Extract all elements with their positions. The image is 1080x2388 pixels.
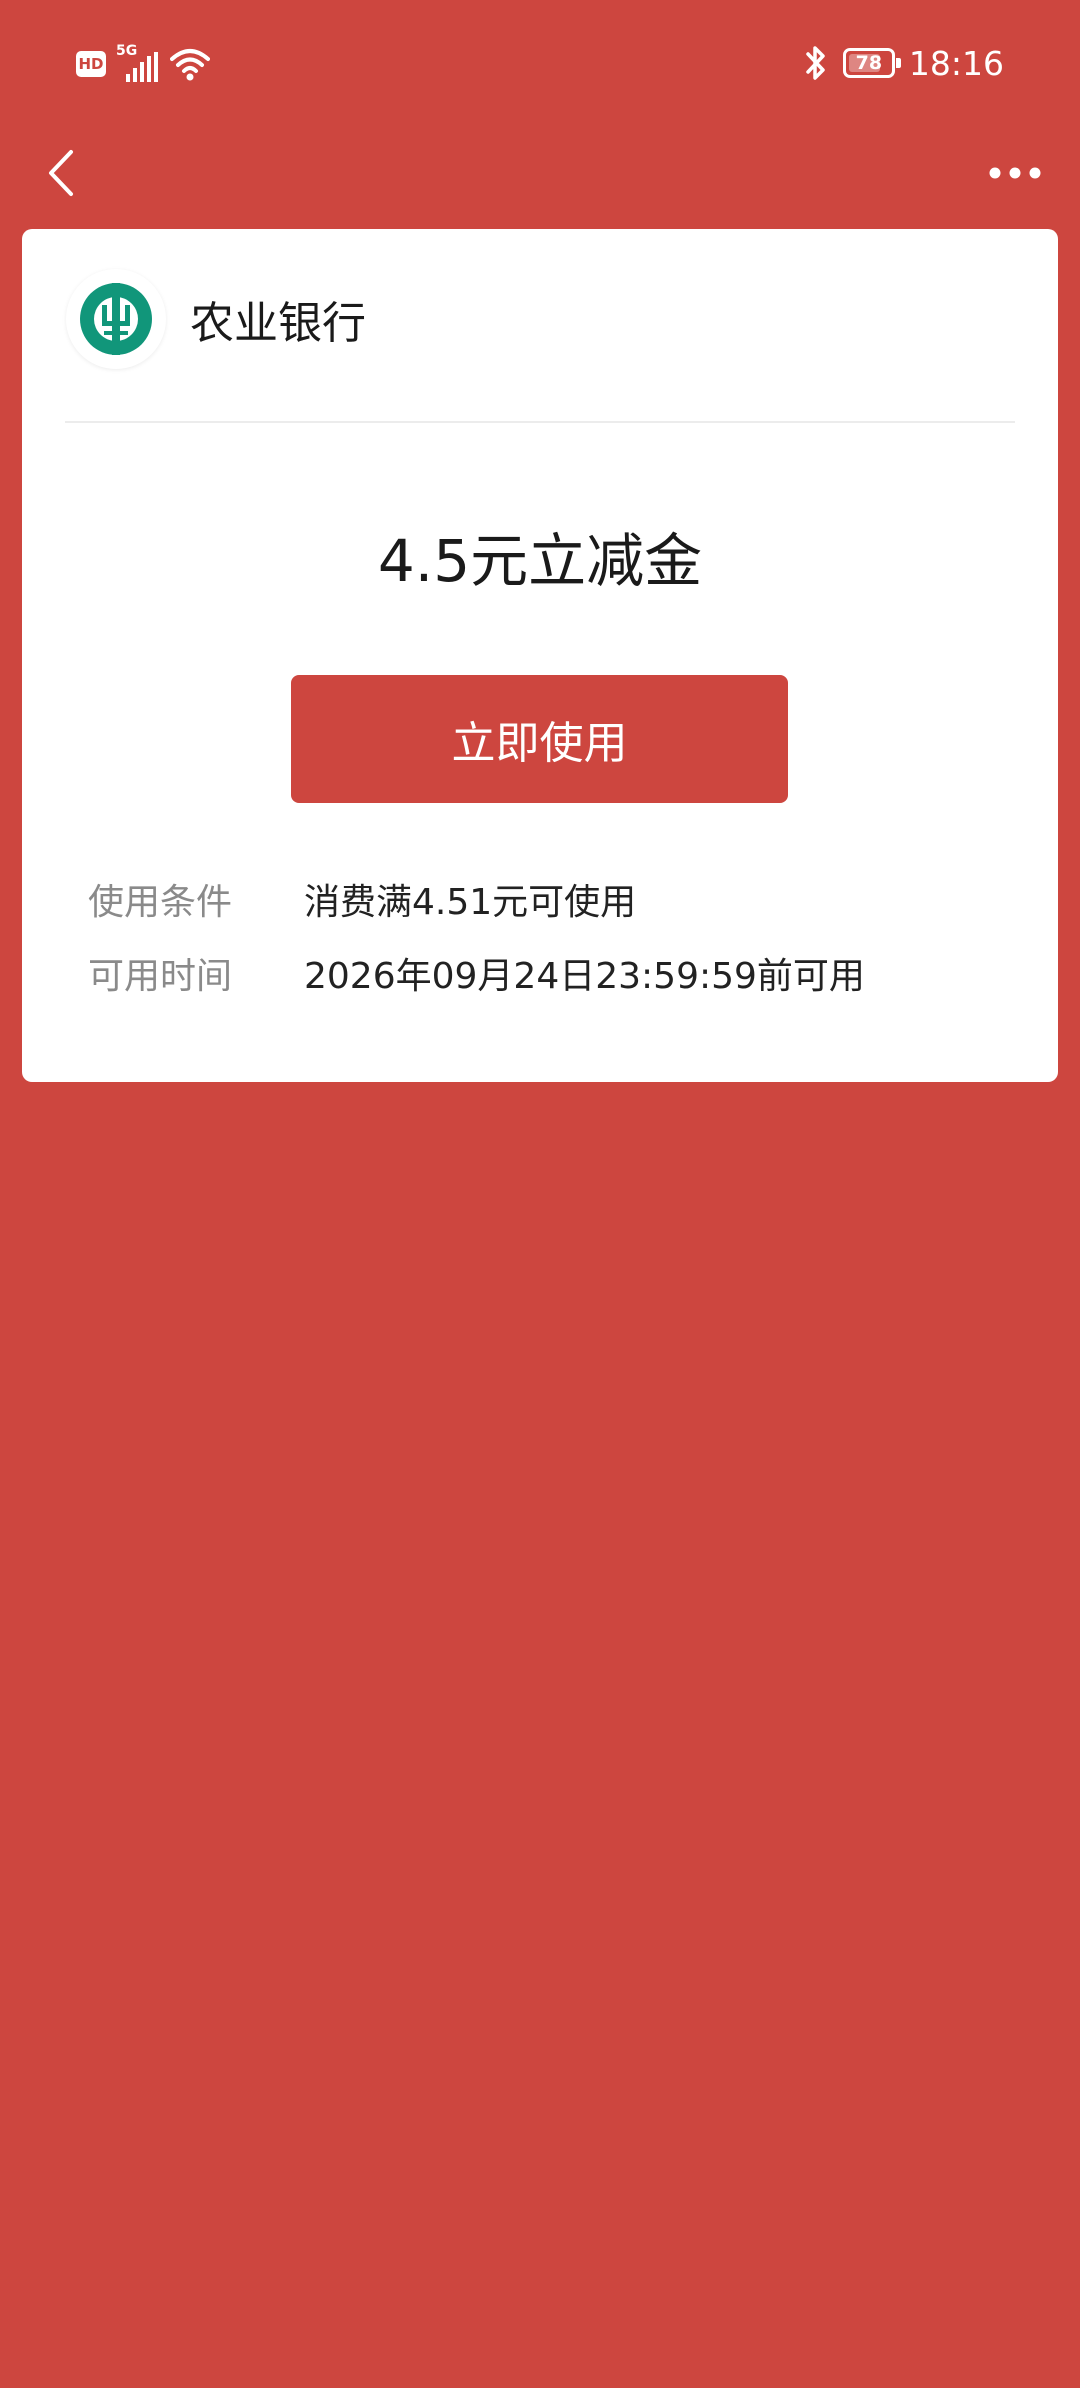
valid-time-value: 2026年09月24日23:59:59前可用: [304, 956, 865, 997]
status-right-group: 78 18:16: [803, 38, 1004, 88]
more-button[interactable]: [980, 138, 1050, 208]
agricultural-bank-logo-icon: [80, 283, 152, 355]
status-bar: HD 5G 78 18:16: [0, 0, 1080, 120]
bluetooth-icon: [806, 46, 825, 80]
wifi-icon: [170, 49, 210, 81]
usage-condition-row: 使用条件 消费满4.51元可使用: [88, 869, 636, 929]
usage-condition-value: 消费满4.51元可使用: [304, 882, 637, 923]
battery-cap: [895, 58, 901, 68]
signal-icon: [126, 52, 158, 82]
nav-bar: [0, 120, 1080, 230]
use-now-button[interactable]: 立即使用: [291, 675, 788, 803]
chevron-left-icon: [49, 150, 73, 196]
usage-condition-label: 使用条件: [88, 882, 233, 923]
coupon-title: 4.5元立减金: [377, 527, 703, 595]
bank-header: 农业银行: [66, 269, 366, 369]
battery-icon: 78: [842, 48, 901, 78]
coupon-card: 农业银行 4.5元立减金 立即使用 使用条件 消费满4.51元可使用 可用时间 …: [22, 229, 1058, 1082]
status-time: 18:16: [908, 43, 1004, 83]
battery-level: 78: [855, 52, 883, 74]
header-divider: [65, 421, 1015, 423]
more-dots-icon: [989, 167, 1041, 179]
bank-logo: [66, 269, 166, 369]
valid-time-row: 可用时间 2026年09月24日23:59:59前可用: [88, 943, 865, 1003]
cellular-signal: 5G: [116, 44, 158, 84]
valid-time-label: 可用时间: [88, 956, 233, 997]
back-button[interactable]: [30, 138, 90, 208]
bank-name: 农业银行: [190, 298, 366, 349]
hd-badge-icon: HD: [76, 51, 106, 77]
status-left-group: HD 5G: [76, 42, 210, 86]
